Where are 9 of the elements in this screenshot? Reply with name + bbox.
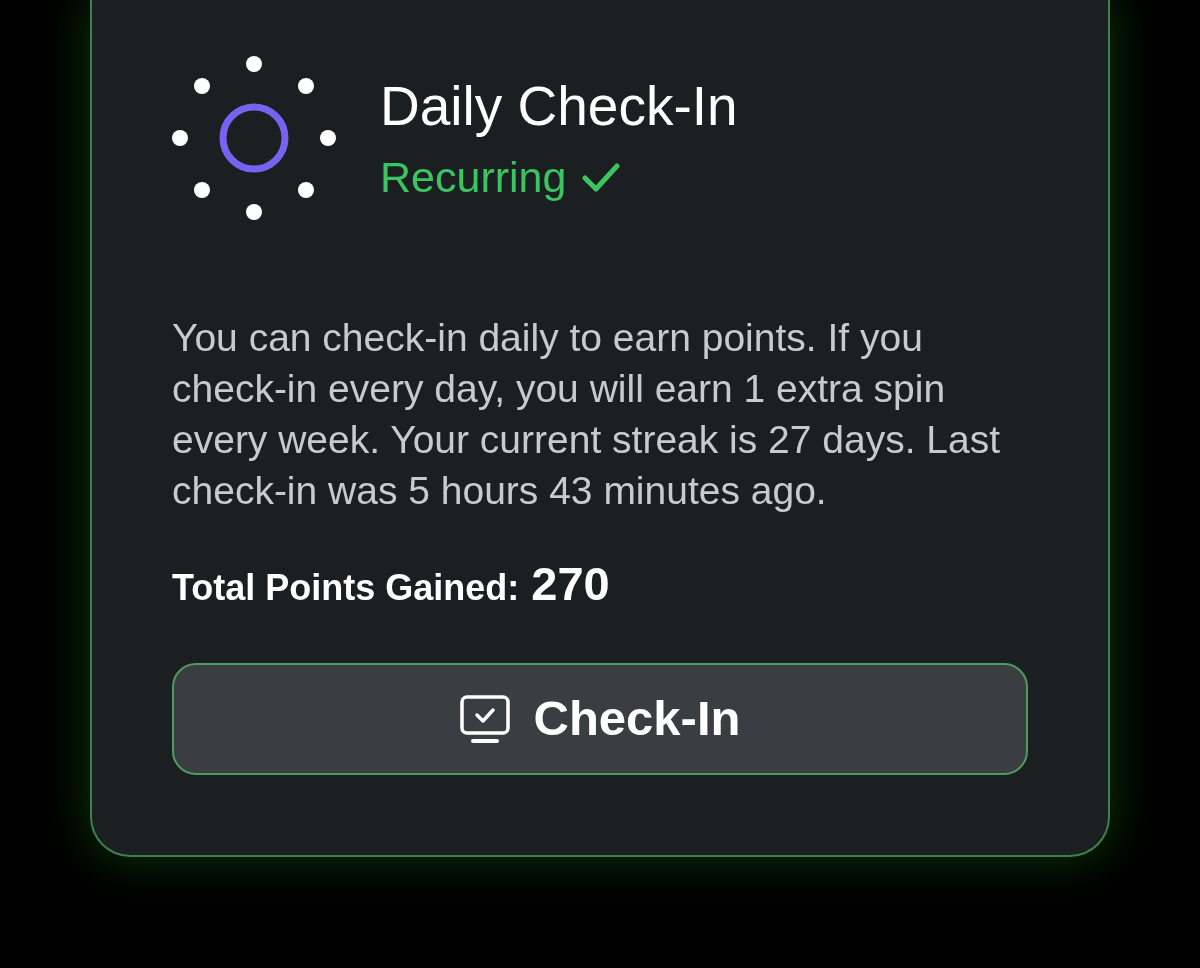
points-value: 270 (531, 560, 610, 607)
points-label: Total Points Gained: (172, 566, 520, 610)
spinner-icon (172, 56, 336, 220)
check-in-button[interactable]: Check-In (172, 663, 1028, 775)
description-text: You can check-in daily to earn points. If you check-in every day, you will earn 1 extra spin every week. Your current streak is 27 days. Last check-in was 5 hours 43 minutes ago. (172, 315, 1002, 514)
check-icon (582, 161, 621, 194)
monitor-check-icon (459, 694, 510, 744)
status-text: Recurring (380, 153, 567, 202)
card-title: Daily Check-In (380, 74, 738, 138)
